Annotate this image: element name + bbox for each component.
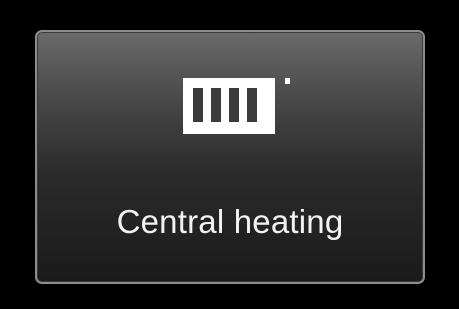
screen: Central heating: [0, 0, 459, 309]
central-heating-button[interactable]: Central heating: [35, 30, 425, 284]
tile-label: Central heating: [116, 203, 344, 240]
radiator-icon: [179, 72, 299, 138]
